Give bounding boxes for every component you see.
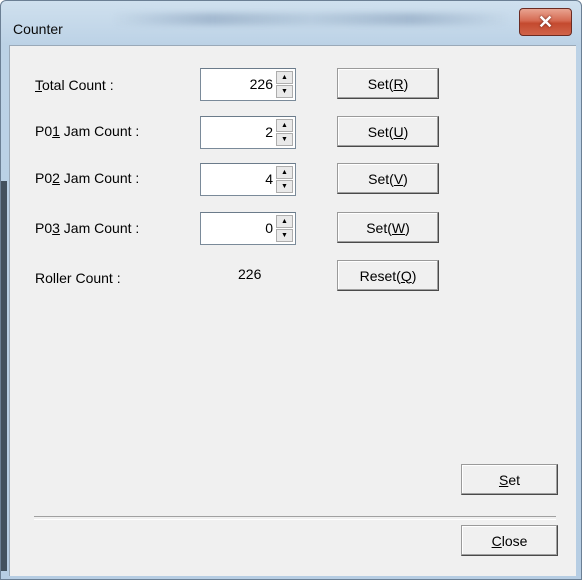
set-p03-jam-count-button[interactable]: Set(W) <box>337 212 439 243</box>
close-icon: ✕ <box>537 11 554 32</box>
reset-roller-count-button[interactable]: Reset(Q) <box>337 260 439 291</box>
p03-jam-count-label: P03 Jam Count : <box>35 220 140 236</box>
p02-jam-count-label: P02 Jam Count : <box>35 170 140 186</box>
footer-separator <box>34 516 556 520</box>
roller-count-value: 226 <box>238 266 262 282</box>
spin-up-icon[interactable]: ▲ <box>276 71 293 84</box>
spin-down-icon[interactable]: ▼ <box>276 85 293 98</box>
close-button[interactable]: Close <box>461 525 558 556</box>
spin-down-icon[interactable]: ▼ <box>276 133 293 146</box>
window-title: Counter <box>13 21 63 37</box>
p02-jam-count-value[interactable]: 4 <box>265 171 273 187</box>
title-bar-background-blur <box>111 13 511 25</box>
spin-down-icon[interactable]: ▼ <box>276 180 293 193</box>
total-count-spinbox[interactable]: 226 ▲ ▼ <box>200 68 296 101</box>
total-count-label: Total Count : <box>35 77 114 93</box>
set-p02-jam-count-button[interactable]: Set(V) <box>337 163 439 194</box>
dialog-client-area: Total Count : 226 ▲ ▼ Set(R) P01 Jam Cou… <box>9 45 576 576</box>
spin-up-icon[interactable]: ▲ <box>276 119 293 132</box>
p03-jam-count-value[interactable]: 0 <box>265 220 273 236</box>
counter-dialog: Counter ✕ Total Count : 226 ▲ ▼ Set(R) P… <box>0 0 582 580</box>
window-close-button[interactable]: ✕ <box>519 8 572 36</box>
set-button[interactable]: Set <box>461 464 558 495</box>
spin-up-icon[interactable]: ▲ <box>276 166 293 179</box>
p01-jam-count-label: P01 Jam Count : <box>35 123 140 139</box>
total-count-value[interactable]: 226 <box>250 76 273 92</box>
set-p01-jam-count-button[interactable]: Set(U) <box>337 116 439 147</box>
p01-jam-count-spinbox[interactable]: 2 ▲ ▼ <box>200 116 296 149</box>
p03-jam-count-spinbox[interactable]: 0 ▲ ▼ <box>200 212 296 245</box>
title-bar[interactable]: Counter ✕ <box>1 1 581 41</box>
p02-jam-count-spinbox[interactable]: 4 ▲ ▼ <box>200 163 296 196</box>
spin-down-icon[interactable]: ▼ <box>276 229 293 242</box>
roller-count-label: Roller Count : <box>35 270 121 286</box>
set-total-count-button[interactable]: Set(R) <box>337 68 439 99</box>
spin-up-icon[interactable]: ▲ <box>276 215 293 228</box>
p01-jam-count-value[interactable]: 2 <box>265 124 273 140</box>
